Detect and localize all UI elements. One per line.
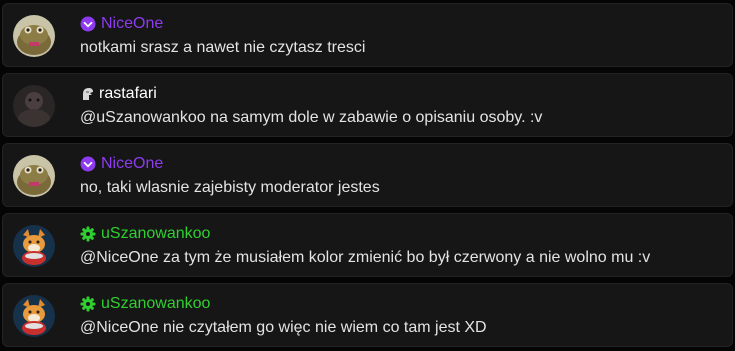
verified-check-icon <box>80 156 96 172</box>
chat-message: NiceOne no, taki wlasnie zajebisty moder… <box>2 143 733 207</box>
user-avatar-uszanowankoo[interactable] <box>13 225 55 267</box>
chat-message: uSzanowankoo @NiceOne nie czytałem go wi… <box>2 283 733 347</box>
username[interactable]: NiceOne <box>101 15 163 33</box>
verified-check-icon <box>80 16 96 32</box>
chat-message: rastafari @uSzanowankoo na samym dole w … <box>2 73 733 137</box>
username[interactable]: uSzanowankoo <box>101 225 210 243</box>
chat-message: uSzanowankoo @NiceOne za tym że musiałem… <box>2 213 733 277</box>
chat-feed: NiceOne notkami srasz a nawet nie czytas… <box>0 0 735 351</box>
message-text: @NiceOne za tym że musiałem kolor zmieni… <box>80 249 651 266</box>
message-text: @NiceOne nie czytałem go więc nie wiem c… <box>80 319 487 336</box>
user-avatar-niceone[interactable] <box>13 15 55 57</box>
moderator-gear-icon <box>80 226 96 242</box>
user-avatar-rastafari[interactable] <box>13 85 55 127</box>
moderator-gear-icon <box>80 296 96 312</box>
username[interactable]: NiceOne <box>101 155 163 173</box>
chat-message: NiceOne notkami srasz a nawet nie czytas… <box>2 3 733 67</box>
message-text: no, taki wlasnie zajebisty moderator jes… <box>80 179 380 196</box>
message-text: notkami srasz a nawet nie czytasz tresci <box>80 39 366 56</box>
message-text: @uSzanowankoo na samym dole w zabawie o … <box>80 109 543 126</box>
knight-helmet-icon <box>80 86 96 102</box>
username[interactable]: rastafari <box>99 85 157 103</box>
username[interactable]: uSzanowankoo <box>101 295 210 313</box>
user-avatar-uszanowankoo[interactable] <box>13 295 55 337</box>
user-avatar-niceone[interactable] <box>13 155 55 197</box>
